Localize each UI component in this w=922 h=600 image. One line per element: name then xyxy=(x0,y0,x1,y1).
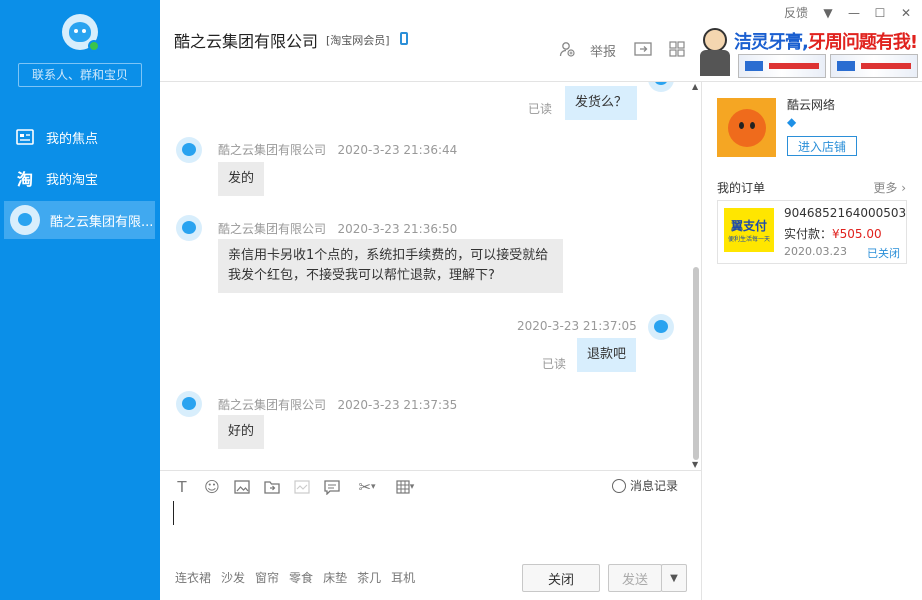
maximize-icon[interactable]: ☐ xyxy=(874,6,886,20)
contact-avatar xyxy=(10,205,40,235)
tag-link[interactable]: 茶几 xyxy=(357,569,381,586)
orders-title: 我的订单 xyxy=(717,181,766,195)
member-badge: [淘宝网会员] xyxy=(326,34,390,47)
chat-header: 酷之云集团有限公司 [淘宝网会员] 举报 反馈 ▼ — ☐ ✕ 洁灵牙膏,牙周问… xyxy=(160,0,922,82)
message-meta: 酷之云集团有限公司 2020-3-23 21:36:50 xyxy=(218,222,458,236)
image-icon[interactable] xyxy=(232,477,252,497)
message-composer: T ☺ ✂ ▾ ▾ 消息记录 连衣裙 沙发 窗帘 零食 床垫 茶几 耳机 关闭 发… xyxy=(160,470,701,600)
send-button[interactable]: 发送 xyxy=(608,564,662,592)
sidebar-item-contact[interactable]: 酷之云集团有限... xyxy=(4,201,155,239)
suggested-tags: 连衣裙 沙发 窗帘 零食 床垫 茶几 耳机 xyxy=(175,569,415,586)
contact-avatar xyxy=(176,137,202,163)
ad-product-image xyxy=(830,54,918,78)
feedback-link[interactable]: 反馈 xyxy=(784,4,808,21)
tag-link[interactable]: 床垫 xyxy=(323,569,347,586)
enter-shop-button[interactable]: 进入店铺 xyxy=(787,136,857,156)
message-meta: 酷之云集团有限公司 2020-3-23 21:36:44 xyxy=(218,143,458,157)
shop-name: 酷云网络 xyxy=(787,98,836,112)
chat-scrollbar[interactable]: ▲ ▼ xyxy=(691,82,701,470)
page-title: 酷之云集团有限公司 xyxy=(174,32,319,51)
dropdown-arrow-icon[interactable]: ▼ xyxy=(822,6,834,20)
mobile-icon xyxy=(400,32,408,45)
order-card[interactable]: 翼支付 便利生活每一天 90468521640005032 实付款：¥505.0… xyxy=(717,200,907,264)
order-paid: 实付款：¥505.00 xyxy=(784,227,882,241)
scroll-down-icon[interactable]: ▼ xyxy=(692,460,698,469)
calculator-icon[interactable]: ▾ xyxy=(390,477,420,497)
my-avatar xyxy=(648,314,674,340)
message-bubble: 发的 xyxy=(218,162,265,196)
message-time: 2020-3-23 21:37:05 xyxy=(517,319,637,333)
contact-avatar xyxy=(176,215,202,241)
my-avatar xyxy=(648,82,674,92)
shop-logo[interactable] xyxy=(717,98,776,157)
screenshot-icon[interactable]: ✂ ▾ xyxy=(352,477,382,497)
clock-icon xyxy=(612,478,626,493)
sidebar-item-label: 酷之云集团有限... xyxy=(50,214,154,230)
text-cursor xyxy=(173,501,174,525)
message-bubble: 好的 xyxy=(218,415,265,449)
message-meta: 酷之云集团有限公司 2020-3-23 21:37:35 xyxy=(218,398,458,412)
report-button[interactable]: 举报 xyxy=(590,41,616,60)
folder-icon[interactable] xyxy=(262,477,282,497)
message-history-button[interactable]: 消息记录 xyxy=(612,477,678,494)
forward-icon[interactable] xyxy=(634,40,652,58)
emoji-icon[interactable]: ☺ xyxy=(202,477,222,497)
order-date: 2020.03.23 xyxy=(784,245,847,258)
sidebar-item-focus[interactable]: 我的焦点 xyxy=(4,118,155,156)
taobao-icon: 淘 xyxy=(16,170,33,189)
close-button[interactable]: 关闭 xyxy=(522,564,600,592)
sidebar-item-label: 我的淘宝 xyxy=(46,172,99,188)
order-number: 90468521640005032 xyxy=(784,206,906,220)
send-options-dropdown[interactable]: ▼ xyxy=(661,564,687,592)
minimize-icon[interactable]: — xyxy=(848,6,860,20)
online-status-icon xyxy=(88,40,100,52)
chevron-right-icon: › xyxy=(901,181,906,195)
sidebar: 联系人、群和宝贝 我的焦点 淘 我的淘宝 酷之云集团有限... xyxy=(0,0,160,600)
shop-info-panel: 酷云网络 ◆ 进入店铺 我的订单 更多 › 翼支付 便利生活每一天 904685… xyxy=(701,82,922,600)
read-status: 已读 xyxy=(528,102,553,116)
tag-link[interactable]: 窗帘 xyxy=(255,569,279,586)
tag-link[interactable]: 零食 xyxy=(289,569,313,586)
apps-grid-icon[interactable] xyxy=(668,40,686,58)
tag-link[interactable]: 连衣裙 xyxy=(175,569,211,586)
message-bubble: 亲信用卡另收1个点的，系统扣手续费的，可以接受就给我发个红包，不接受我可以帮忙退… xyxy=(218,239,563,293)
ad-text: 洁灵牙膏,牙周问题有我! xyxy=(734,32,918,53)
add-contact-icon[interactable] xyxy=(558,40,576,58)
message-history-label: 消息记录 xyxy=(630,479,679,493)
scroll-up-icon[interactable]: ▲ xyxy=(692,82,698,91)
diamond-icon: ◆ xyxy=(787,115,797,129)
message-list[interactable]: 已读 发货么？ 酷之云集团有限公司 2020-3-23 21:36:44 发的 … xyxy=(160,82,691,470)
screen-record-icon[interactable] xyxy=(292,477,312,497)
order-product-image: 翼支付 便利生活每一天 xyxy=(724,208,774,252)
message-bubble: 退款吧 xyxy=(577,338,637,372)
ad-mascot-image xyxy=(700,28,730,78)
close-icon[interactable]: ✕ xyxy=(900,6,912,20)
quick-reply-icon[interactable] xyxy=(322,477,342,497)
contact-search-input[interactable]: 联系人、群和宝贝 xyxy=(18,63,142,87)
tag-link[interactable]: 耳机 xyxy=(391,569,415,586)
window-controls: 反馈 ▼ — ☐ ✕ xyxy=(784,4,912,21)
sidebar-item-taobao[interactable]: 淘 我的淘宝 xyxy=(4,159,155,197)
order-status: 已关闭 xyxy=(867,247,900,260)
sidebar-item-label: 我的焦点 xyxy=(46,131,99,147)
contact-avatar xyxy=(176,391,202,417)
ad-banner[interactable]: 洁灵牙膏,牙周问题有我! xyxy=(698,24,922,82)
tag-link[interactable]: 沙发 xyxy=(221,569,245,586)
message-bubble: 发货么？ xyxy=(565,86,638,120)
orders-more-link[interactable]: 更多 › xyxy=(873,179,906,196)
font-icon[interactable]: T xyxy=(172,477,192,497)
scrollbar-thumb[interactable] xyxy=(693,267,699,460)
ad-product-image xyxy=(738,54,826,78)
read-status: 已读 xyxy=(542,357,567,371)
focus-icon xyxy=(14,126,36,148)
